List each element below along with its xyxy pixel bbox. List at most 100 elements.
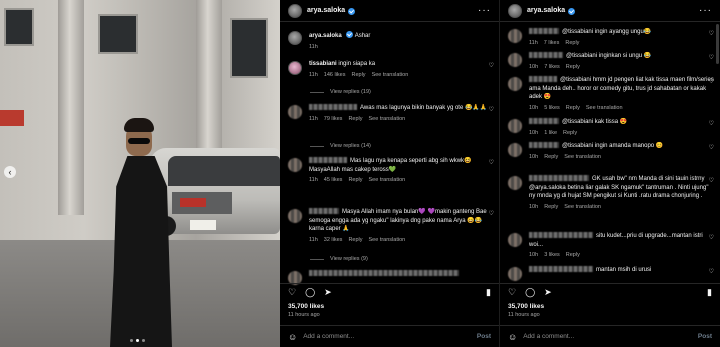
username[interactable]: arya.saloka [307, 7, 345, 14]
reply-likes[interactable]: 7 likes [544, 63, 560, 72]
more-options-icon[interactable]: ··· [699, 5, 712, 16]
like-count[interactable]: 35,700 likes [508, 303, 544, 310]
see-translation-button[interactable]: See translation [564, 203, 601, 212]
add-comment-input[interactable]: Add a comment... [303, 333, 354, 340]
like-comment-heart-icon[interactable]: ♡ [489, 106, 494, 113]
reply: @tissabiani inginkan si ungu 😂 10h 7 like… [508, 52, 714, 71]
comment: Awas mas lagunya bikin banyak yg ote 😂🙏🙏… [288, 104, 494, 123]
like-comment-heart-icon[interactable]: ♡ [709, 54, 714, 61]
avatar[interactable] [508, 267, 522, 281]
reply-button[interactable]: Reply [352, 71, 366, 80]
reply-likes[interactable]: 3 likes [544, 251, 560, 260]
reply-text: mantan msih di urusi [596, 267, 652, 273]
reply-likes[interactable]: 7 likes [544, 39, 560, 48]
avatar[interactable] [508, 176, 522, 190]
reply-time: 10h [529, 104, 539, 111]
reply-button[interactable]: Reply [566, 63, 580, 72]
like-comment-heart-icon[interactable]: ♡ [489, 62, 494, 69]
comment-user[interactable]: tissabiani [309, 61, 337, 67]
comment-time: 11h [309, 115, 318, 122]
post-button[interactable]: Post [698, 333, 712, 340]
reply-text: @tissabiani kak tissa 😍 [562, 119, 628, 125]
like-comment-heart-icon[interactable]: ♡ [709, 177, 714, 184]
reply-text: @tissabiani ingin ayangg ungu😂 [562, 29, 652, 35]
reply-button[interactable]: Reply [544, 153, 558, 162]
reply-button[interactable]: Reply [348, 115, 362, 124]
add-comment-input[interactable]: Add a comment... [523, 333, 574, 340]
verified-badge-icon [568, 8, 576, 15]
see-translation-button[interactable]: See translation [369, 176, 406, 185]
like-comment-heart-icon[interactable]: ♡ [709, 144, 714, 151]
avatar[interactable] [508, 29, 522, 43]
like-comment-heart-icon[interactable]: ♡ [489, 159, 494, 166]
comment-likes[interactable]: 79 likes [324, 115, 343, 124]
avatar[interactable] [288, 209, 302, 223]
username[interactable]: arya.saloka [527, 7, 565, 14]
avatar[interactable] [508, 119, 522, 133]
view-replies-button[interactable]: View replies (19) [310, 89, 371, 95]
previous-photo-arrow-icon[interactable]: ‹ [4, 166, 16, 178]
reply-likes[interactable]: 5 likes [544, 104, 560, 113]
see-translation-button[interactable]: See translation [369, 236, 406, 245]
reply-button[interactable]: Reply [563, 129, 577, 138]
reply-button[interactable]: Reply [348, 236, 362, 245]
comment-likes[interactable]: 32 likes [324, 236, 343, 245]
avatar[interactable] [288, 105, 302, 119]
post-button[interactable]: Post [477, 333, 491, 340]
reply-button[interactable]: Reply [565, 39, 579, 48]
see-translation-button[interactable]: See translation [369, 115, 406, 124]
share-icon[interactable]: ➤ [544, 287, 552, 297]
comments-panel: arya.saloka ··· arya.saloka Ashar 11h ti… [280, 0, 500, 347]
avatar[interactable] [288, 158, 302, 172]
view-replies-button[interactable]: View replies (9) [310, 256, 368, 262]
post-time: 11 hours ago [508, 312, 540, 318]
avatar[interactable] [508, 3, 522, 18]
comment-likes[interactable]: 146 likes [324, 71, 346, 80]
post-header: arya.saloka ··· [280, 0, 499, 22]
building-window [4, 8, 34, 46]
reply-button[interactable]: Reply [544, 203, 558, 212]
emoji-icon[interactable]: ☺ [508, 332, 517, 342]
bookmark-icon[interactable]: ▮ [486, 287, 491, 297]
caption: arya.saloka Ashar 11h [288, 30, 494, 51]
share-icon[interactable]: ➤ [324, 287, 332, 297]
avatar[interactable] [288, 3, 302, 18]
caption-user[interactable]: arya.saloka [309, 33, 342, 39]
person [104, 118, 180, 347]
reply-button[interactable]: Reply [566, 251, 580, 260]
comment-likes[interactable]: 45 likes [324, 176, 343, 185]
view-replies-button[interactable]: View replies (14) [310, 143, 371, 149]
heart-icon[interactable]: ♡ [508, 287, 516, 297]
scrollbar[interactable] [716, 24, 719, 64]
redacted-username [529, 52, 563, 58]
reply-button[interactable]: Reply [348, 176, 362, 185]
comment-icon[interactable]: ◯ [305, 287, 315, 297]
avatar[interactable] [508, 53, 522, 67]
see-translation-button[interactable]: See translation [564, 153, 601, 162]
avatar[interactable] [508, 233, 522, 247]
heart-icon[interactable]: ♡ [288, 287, 296, 297]
see-translation-button[interactable]: See translation [372, 71, 409, 80]
like-comment-heart-icon[interactable]: ♡ [709, 234, 714, 241]
see-translation-button[interactable]: See translation [586, 104, 623, 113]
like-count[interactable]: 35,700 likes [288, 303, 324, 310]
bookmark-icon[interactable]: ▮ [707, 287, 712, 297]
redacted-username [529, 142, 559, 148]
avatar[interactable] [288, 61, 302, 75]
like-comment-heart-icon[interactable]: ♡ [709, 78, 714, 85]
comment-icon[interactable]: ◯ [525, 287, 535, 297]
emoji-icon[interactable]: ☺ [288, 332, 297, 342]
avatar[interactable] [508, 143, 522, 157]
building-window [230, 18, 268, 78]
like-comment-heart-icon[interactable]: ♡ [709, 268, 714, 275]
more-options-icon[interactable]: ··· [478, 5, 491, 16]
reply-likes[interactable]: 1 like [544, 129, 557, 138]
like-comment-heart-icon[interactable]: ♡ [709, 30, 714, 37]
reply-time: 10h [529, 252, 539, 258]
like-comment-heart-icon[interactable]: ♡ [489, 210, 494, 217]
like-comment-heart-icon[interactable]: ♡ [709, 120, 714, 127]
reply-button[interactable]: Reply [566, 104, 580, 113]
avatar[interactable] [288, 31, 302, 45]
avatar[interactable] [508, 77, 522, 91]
verified-badge-icon [346, 31, 354, 38]
